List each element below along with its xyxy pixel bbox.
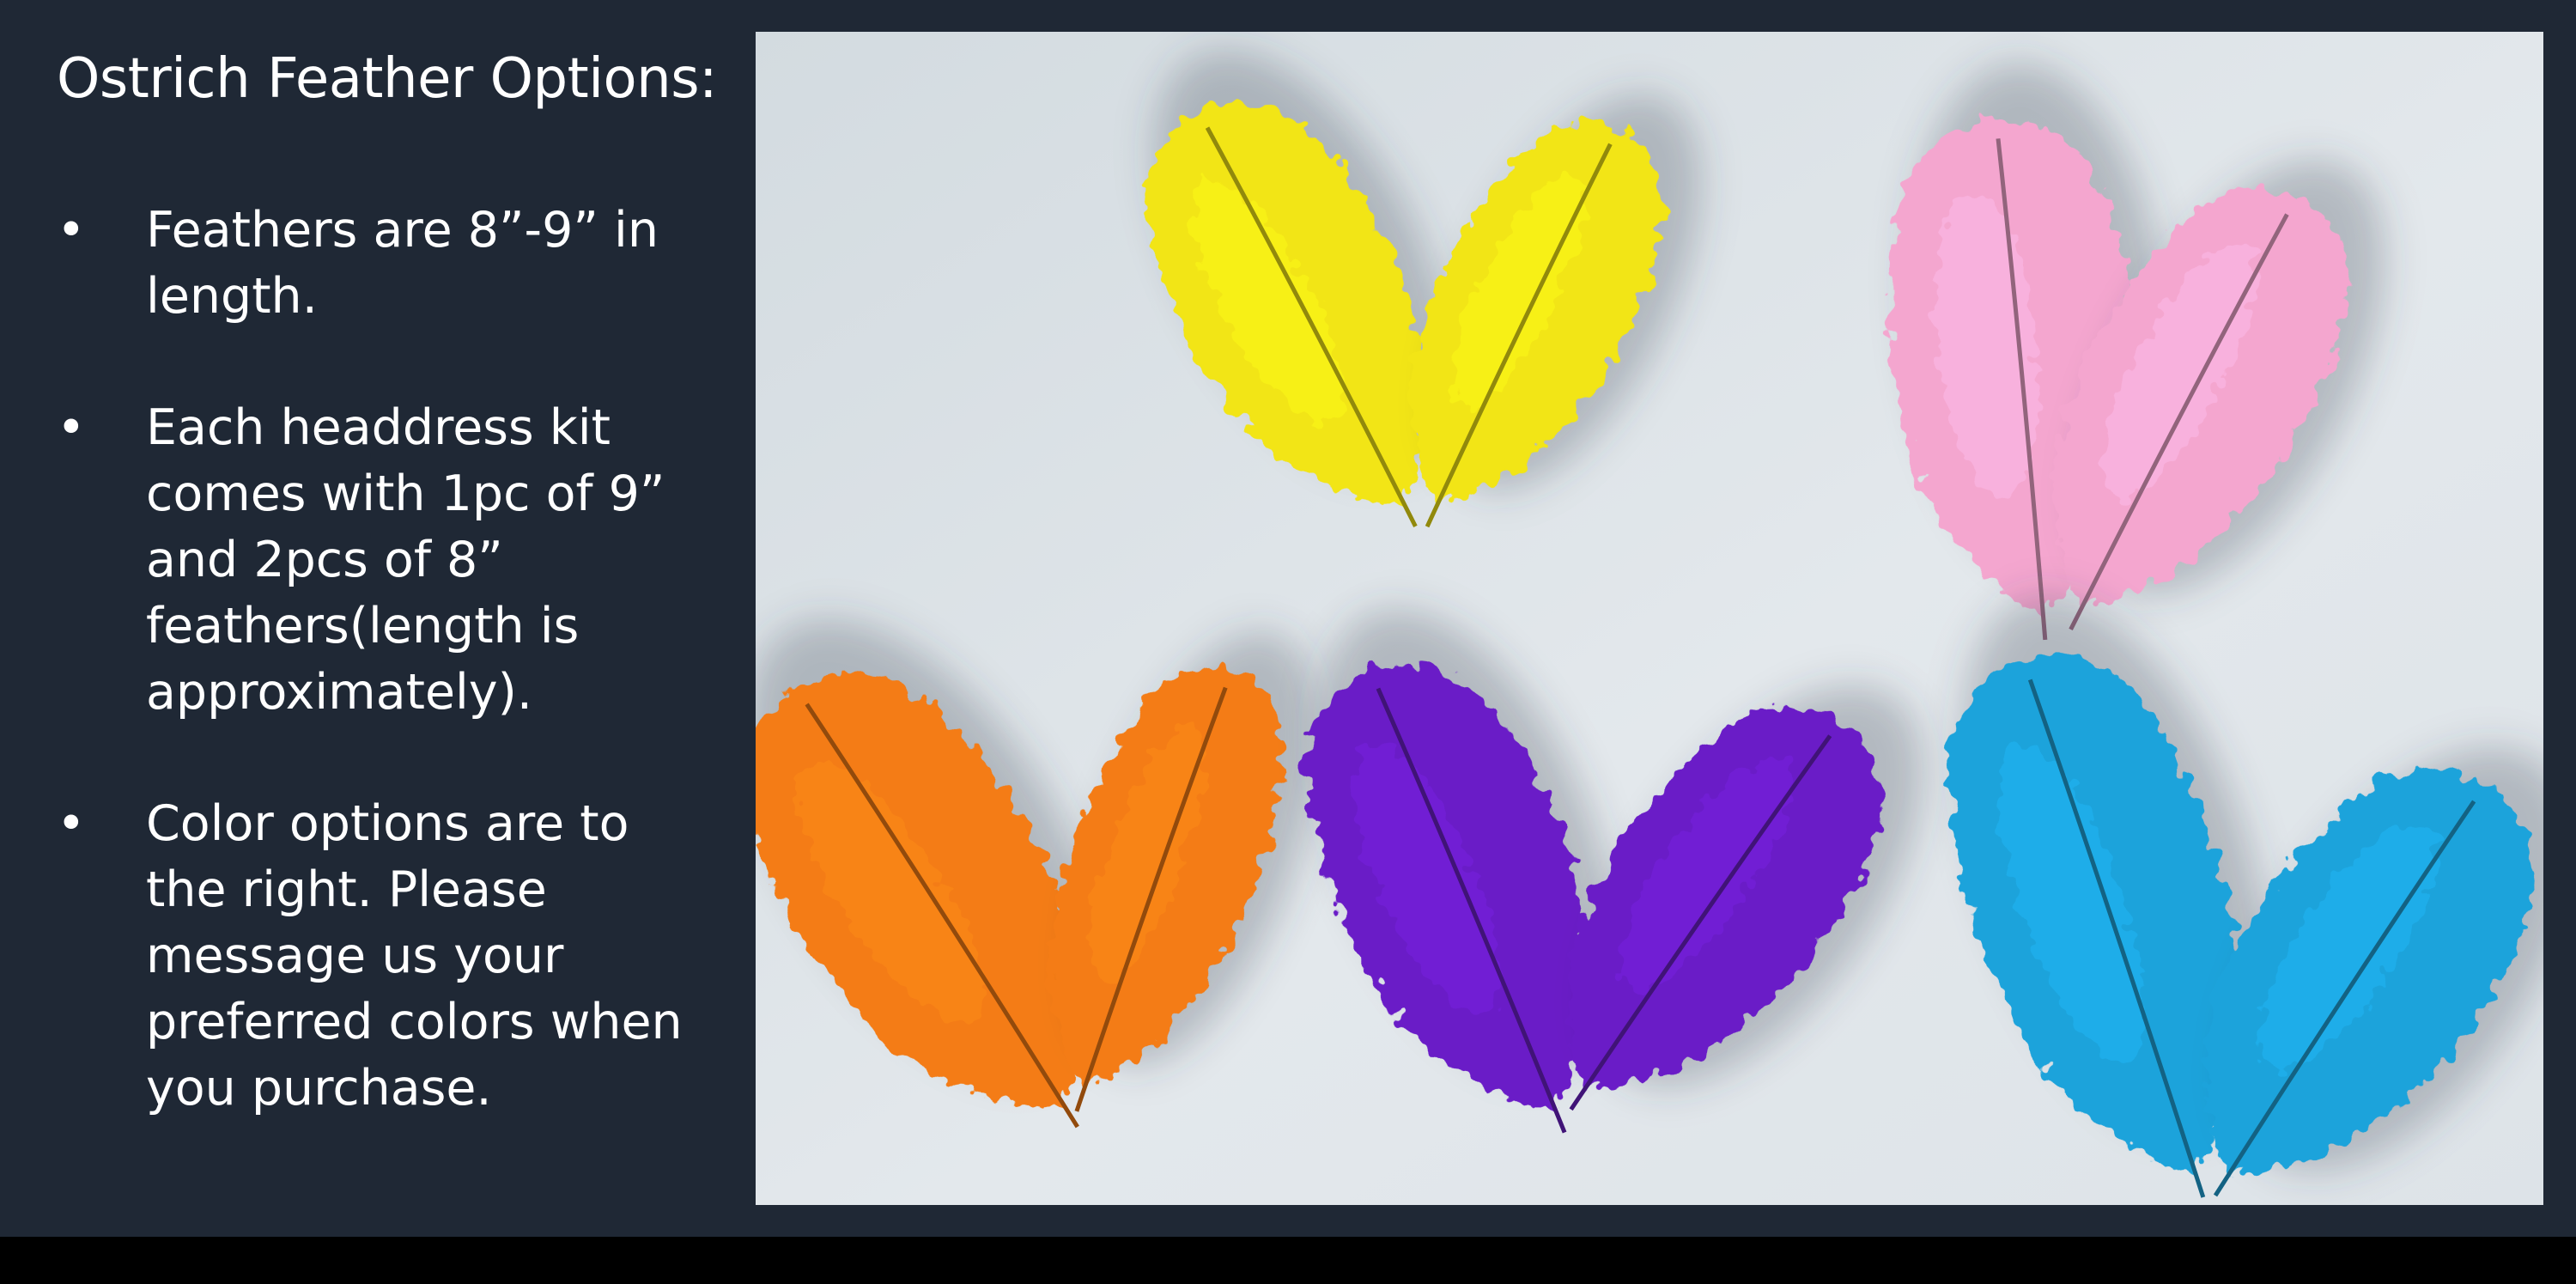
bullet-marker: • [57,399,86,456]
slide-title: Ostrich Feather Options: [57,47,718,111]
bullet-item: • Feathers are 8”-9” in length. [57,198,709,330]
bullet-text-length: Feathers are 8”-9” in length. [146,202,659,325]
bullet-item: • Each headdress kit comes with 1pc of 9… [57,395,709,726]
bullet-list: • Feathers are 8”-9” in length. • Each h… [57,198,709,1187]
slide: Ostrich Feather Options: • Feathers are … [0,0,2576,1237]
bullet-text-colors: Color options are to the right. Please m… [146,795,683,1117]
bullet-marker: • [57,795,86,852]
bullet-item: • Color options are to the right. Please… [57,791,709,1122]
feather-photo [756,32,2543,1205]
bullet-text-kit: Each headdress kit comes with 1pc of 9” … [146,399,665,721]
bullet-marker: • [57,202,86,259]
